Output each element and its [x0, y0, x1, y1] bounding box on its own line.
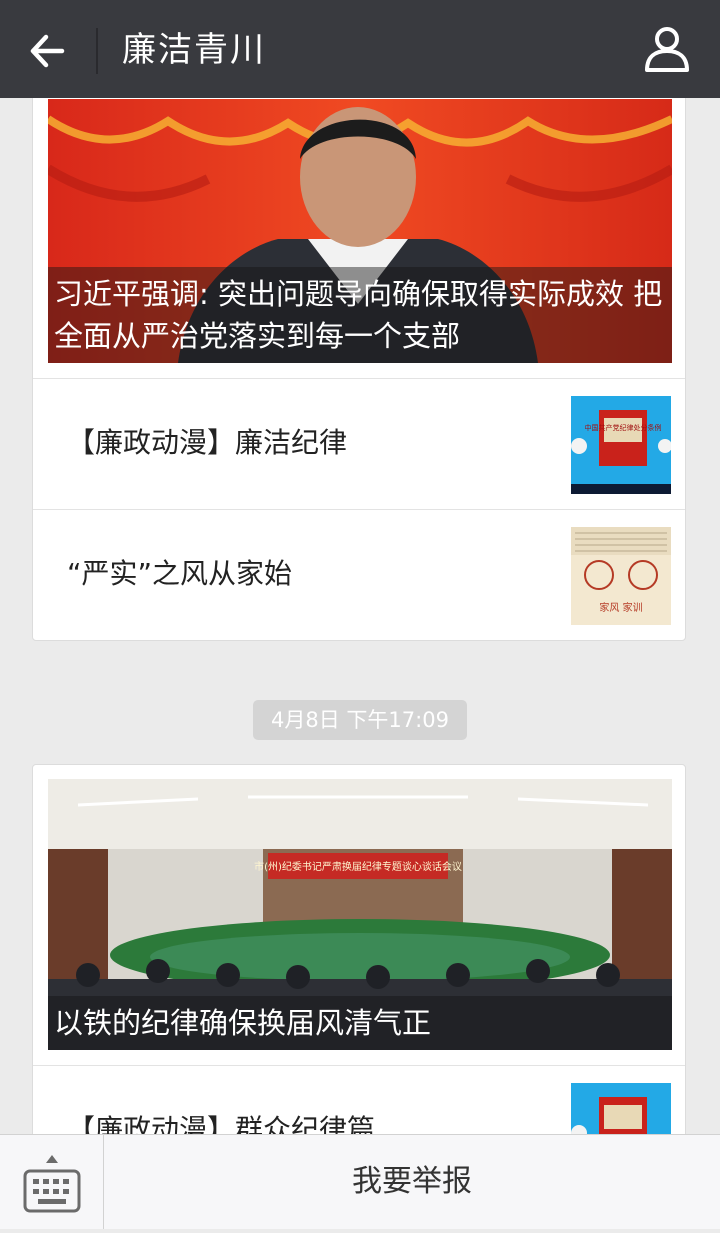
article-thumbnail: 中国共产党纪律处分条例	[571, 396, 671, 494]
article-title: 【廉政动漫】群众纪律篇	[67, 1113, 376, 1134]
thumb-label: 家风 家训	[599, 601, 642, 614]
person-icon	[645, 27, 689, 72]
cover-article[interactable]: 习近平强调: 突出问题导向确保取得实际成效 把全面从严治党落实到每一个支部	[48, 99, 672, 363]
article-thumbnail	[571, 1083, 671, 1134]
bottom-menu-bar: 我要举报	[0, 1134, 720, 1229]
article-thumbnail: 家风 家训	[571, 527, 671, 625]
top-bar: 廉洁青川	[0, 0, 720, 98]
list-item[interactable]: 【廉政动漫】群众纪律篇	[33, 1066, 685, 1134]
report-button[interactable]: 我要举报	[104, 1135, 720, 1229]
article-card-group: 习近平强调: 突出问题导向确保取得实际成效 把全面从严治党落实到每一个支部 【廉…	[32, 98, 686, 641]
cover-article[interactable]: 市(州)纪委书记严肃换届纪律专题谈心谈话会议 以铁的纪律确保换届风清气正	[48, 779, 672, 1050]
page-title: 廉洁青川	[122, 30, 266, 70]
article-title: “严实”之风从家始	[67, 557, 293, 590]
keyboard-icon	[23, 1155, 81, 1213]
list-item[interactable]: “严实”之风从家始 家风 家训	[33, 510, 685, 640]
back-button[interactable]	[22, 24, 76, 78]
cover-caption: 习近平强调: 突出问题导向确保取得实际成效 把全面从严治党落实到每一个支部	[48, 267, 672, 363]
header-divider	[96, 28, 98, 74]
keyboard-toggle-button[interactable]	[0, 1135, 104, 1229]
timestamp: 4月8日 下午17:09	[253, 700, 467, 740]
article-feed[interactable]: 习近平强调: 突出问题导向确保取得实际成效 把全面从严治党落实到每一个支部 【廉…	[0, 98, 720, 1134]
arrow-left-icon	[30, 34, 65, 68]
thumb-book-title: 中国共产党纪律处分条例	[585, 423, 662, 432]
article-card-group: 市(州)纪委书记严肃换届纪律专题谈心谈话会议 以铁的纪律确保换届风清气正 【廉政…	[32, 764, 686, 1134]
banner-text: 市(州)纪委书记严肃换届纪律专题谈心谈话会议	[254, 860, 462, 873]
article-title: 【廉政动漫】廉洁纪律	[67, 426, 348, 459]
cover-caption: 以铁的纪律确保换届风清气正	[48, 996, 672, 1050]
profile-button[interactable]	[642, 24, 692, 74]
list-item[interactable]: 【廉政动漫】廉洁纪律 中国共产党纪律处分条例	[33, 379, 685, 509]
